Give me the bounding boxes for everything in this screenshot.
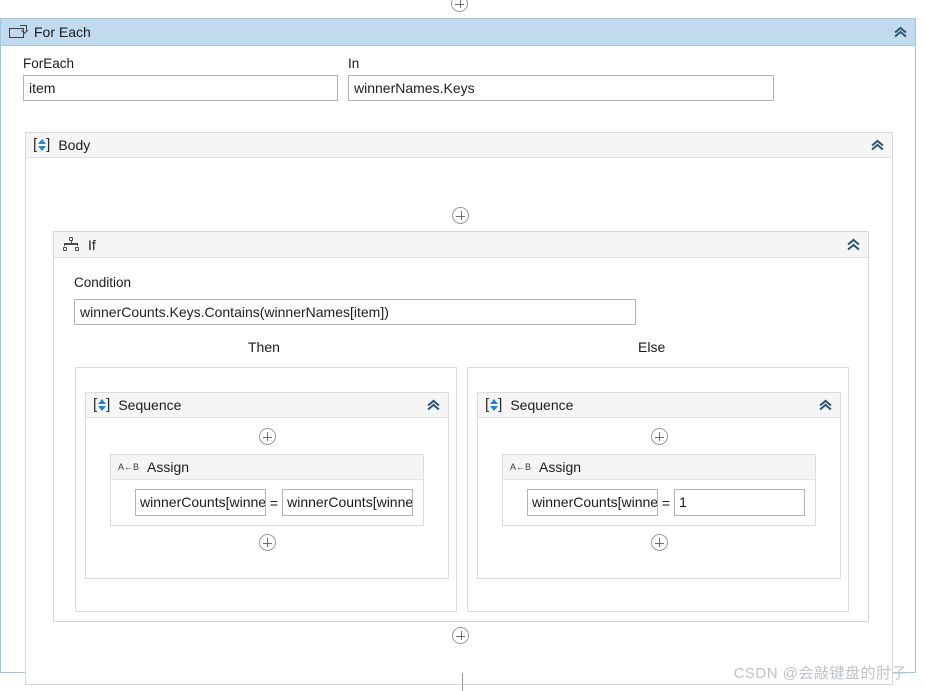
body-collapse-icon[interactable] — [870, 137, 886, 153]
foreach-variable-field: ForEach item — [23, 56, 338, 101]
add-activity-button-then-top[interactable] — [258, 428, 276, 445]
add-activity-button-above[interactable] — [451, 0, 468, 12]
foreach-in-field: In winnerNames.Keys — [348, 56, 774, 101]
then-sequence-activity[interactable]: [] Sequence A←B Assign winnerCounts[winn… — [85, 392, 449, 579]
condition-input[interactable]: winnerCounts.Keys.Contains(winnerNames[i… — [74, 299, 636, 325]
foreach-header[interactable]: For Each — [1, 19, 915, 46]
then-assign-row: winnerCounts[winnerNames[item]] = winner… — [111, 480, 423, 525]
sequence-icon: [] — [93, 396, 111, 413]
then-assign-title: Assign — [147, 459, 190, 475]
else-assign-to-input[interactable]: winnerCounts[winnerNames[item]] — [527, 489, 658, 516]
then-assign-operator: = — [269, 494, 279, 511]
else-sequence-header[interactable]: [] Sequence — [478, 393, 840, 418]
assign-icon: A←B — [510, 462, 532, 472]
else-assign-title: Assign — [539, 459, 582, 475]
foreach-variable-input[interactable]: item — [23, 75, 338, 101]
then-sequence-body: A←B Assign winnerCounts[winnerNames[item… — [86, 418, 448, 551]
else-assign-row: winnerCounts[winnerNames[item]] = 1 — [503, 480, 815, 525]
if-collapse-icon[interactable] — [846, 237, 862, 253]
else-sequence-body: A←B Assign winnerCounts[winnerNames[item… — [478, 418, 840, 551]
foreach-variable-label: ForEach — [23, 56, 75, 71]
then-sequence-header[interactable]: [] Sequence — [86, 393, 448, 418]
assign-icon: A←B — [118, 462, 140, 472]
else-assign-value-input[interactable]: 1 — [674, 489, 805, 516]
else-assign-operator: = — [661, 494, 671, 511]
else-sequence-title: Sequence — [510, 397, 574, 413]
else-label: Else — [638, 339, 666, 355]
condition-label: Condition — [74, 275, 132, 290]
add-activity-button-else-bottom[interactable] — [650, 534, 668, 551]
else-assign-activity[interactable]: A←B Assign winnerCounts[winnerNames[item… — [502, 454, 816, 526]
foreach-title: For Each — [34, 24, 91, 40]
else-sequence-collapse-icon[interactable] — [818, 397, 834, 413]
then-sequence-collapse-icon[interactable] — [426, 397, 442, 413]
then-add-bottom-row — [86, 534, 448, 551]
foreach-collapse-icon[interactable] — [893, 24, 909, 40]
foreach-in-label: In — [348, 56, 360, 71]
if-header[interactable]: If — [54, 232, 868, 258]
foreach-fields: ForEach item In winnerNames.Keys — [1, 46, 915, 101]
sequence-icon: [] — [33, 136, 51, 153]
then-sequence-title: Sequence — [118, 397, 182, 413]
add-activity-button-else-top[interactable] — [650, 428, 668, 445]
then-label: Then — [248, 339, 280, 355]
else-add-bottom-row — [478, 534, 840, 551]
foreach-activity[interactable]: For Each ForEach item In winnerNames.Key… — [0, 18, 916, 685]
watermark-text: CSDN @会敲键盘的肘子 — [733, 665, 907, 682]
branch-icon — [62, 237, 80, 252]
if-title: If — [88, 236, 96, 253]
then-assign-header[interactable]: A←B Assign — [111, 455, 423, 480]
sequence-icon: [] — [485, 396, 503, 413]
body-title: Body — [58, 137, 91, 153]
then-add-top-row — [86, 428, 448, 445]
flow-connector-line — [462, 673, 463, 691]
foreach-in-input[interactable]: winnerNames.Keys — [348, 75, 774, 101]
add-activity-button-body-top[interactable] — [452, 207, 469, 224]
add-activity-button-body-bottom[interactable] — [452, 627, 469, 644]
add-activity-button-then-bottom[interactable] — [258, 534, 276, 551]
then-assign-value-input[interactable]: winnerCounts[winnerNames[item]] + 1 — [282, 489, 413, 516]
body-header[interactable]: [] Body — [26, 133, 892, 158]
else-assign-header[interactable]: A←B Assign — [503, 455, 815, 480]
else-add-top-row — [478, 428, 840, 445]
else-sequence-activity[interactable]: [] Sequence A←B Assign winnerCounts[winn… — [477, 392, 841, 579]
then-assign-activity[interactable]: A←B Assign winnerCounts[winnerNames[item… — [110, 454, 424, 526]
else-branch-panel[interactable]: [] Sequence A←B Assign winnerCounts[winn… — [467, 367, 849, 612]
then-branch-panel[interactable]: [] Sequence A←B Assign winnerCounts[winn… — [75, 367, 457, 612]
then-assign-to-input[interactable]: winnerCounts[winnerNames[item]] — [135, 489, 266, 516]
foreach-loop-icon — [9, 25, 27, 39]
